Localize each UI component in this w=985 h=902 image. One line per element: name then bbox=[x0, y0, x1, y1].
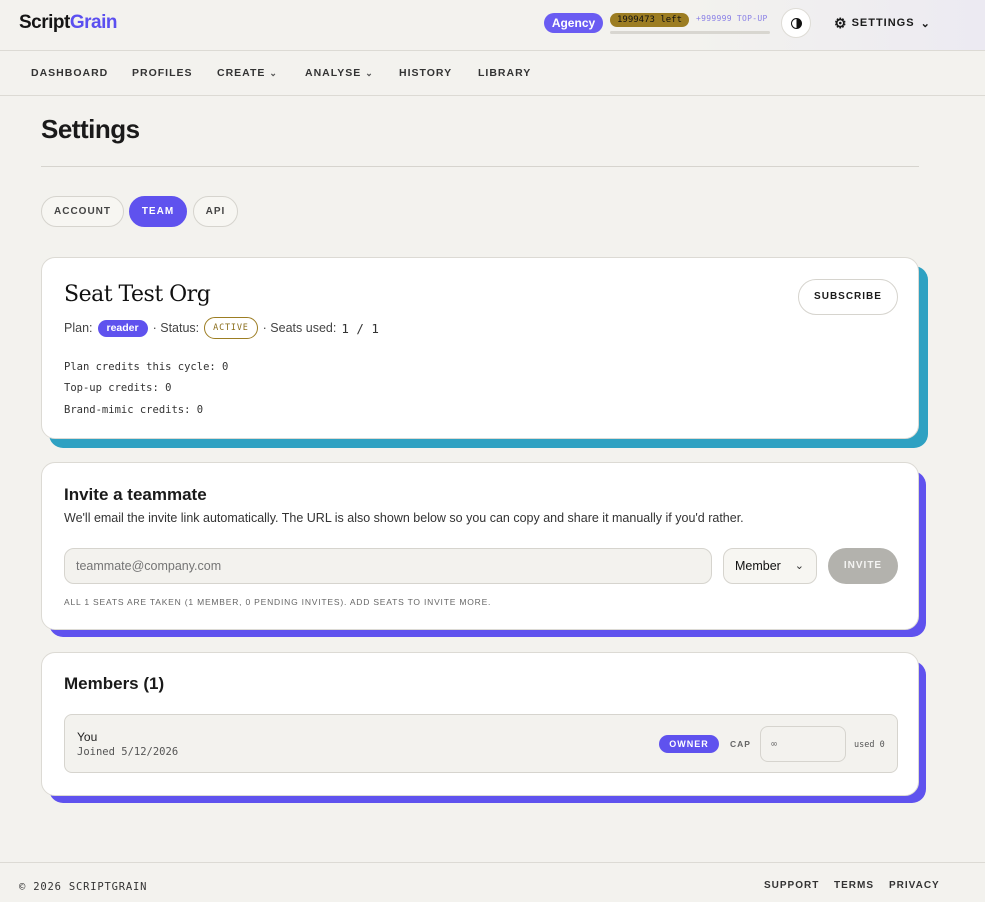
brand-mimic-credits-text: Brand-mimic credits: 0 bbox=[64, 404, 204, 416]
member-name: You bbox=[77, 730, 98, 744]
divider bbox=[41, 166, 919, 167]
invite-button[interactable]: INVITE bbox=[828, 548, 898, 584]
cap-label: CAP bbox=[730, 739, 751, 749]
credits-progress-bar bbox=[610, 31, 770, 34]
role-badge: OWNER bbox=[659, 735, 719, 753]
invite-card: Invite a teammate We'll email the invite… bbox=[41, 462, 919, 630]
copyright-text: © 2026 SCRIPTGRAIN bbox=[19, 881, 148, 893]
main-nav: DASHBOARD PROFILES CREATE ⌄ ANALYSE ⌄ HIST… bbox=[0, 51, 985, 96]
nav-label: CREATE bbox=[217, 67, 266, 79]
nav-label: LIBRARY bbox=[478, 67, 532, 79]
seats-value: 1 / 1 bbox=[341, 320, 379, 336]
nav-item-library[interactable]: LIBRARY bbox=[478, 67, 531, 79]
theme-toggle-button[interactable] bbox=[781, 8, 811, 38]
org-card: Seat Test Org SUBSCRIBE Plan: reader · S… bbox=[41, 257, 919, 439]
page-title: Settings bbox=[41, 114, 140, 144]
plan-summary: Plan: reader · Status: ACTIVE · Seats us… bbox=[64, 317, 379, 339]
chevron-down-icon: ⌄ bbox=[269, 68, 278, 78]
terms-link[interactable]: TERMS bbox=[834, 880, 874, 891]
subscribe-button[interactable]: SUBSCRIBE bbox=[798, 279, 898, 315]
cap-input[interactable] bbox=[760, 726, 846, 762]
invite-description: We'll email the invite link automaticall… bbox=[64, 511, 744, 525]
status-badge: ACTIVE bbox=[204, 317, 258, 339]
nav-item-create[interactable]: CREATE ⌄ bbox=[217, 67, 278, 79]
nav-label: HISTORY bbox=[399, 67, 453, 79]
footer: © 2026 SCRIPTGRAIN SUPPORT TERMS PRIVACY bbox=[0, 862, 985, 902]
invite-title: Invite a teammate bbox=[64, 485, 207, 504]
members-card: Members (1) You Joined 5/12/2026 OWNER C… bbox=[41, 652, 919, 796]
plan-tier-badge: Agency bbox=[544, 13, 603, 33]
plan-label: Plan: bbox=[64, 321, 93, 335]
privacy-link[interactable]: PRIVACY bbox=[889, 880, 940, 891]
nav-item-profiles[interactable]: PROFILES bbox=[132, 67, 193, 79]
chevron-down-icon: ⌄ bbox=[365, 68, 374, 78]
nav-label: ANALYSE bbox=[305, 67, 362, 79]
topup-credits-text: Top-up credits: 0 bbox=[64, 382, 172, 394]
members-title: Members (1) bbox=[64, 674, 165, 693]
plan-badge: reader bbox=[97, 319, 148, 337]
logo-part-grain: Grain bbox=[69, 12, 118, 33]
email-input[interactable] bbox=[64, 548, 712, 584]
nav-item-dashboard[interactable]: DASHBOARD bbox=[31, 67, 108, 79]
seats-label: · Seats used: bbox=[262, 321, 337, 335]
nav-label: DASHBOARD bbox=[31, 67, 109, 79]
member-joined-date: Joined 5/12/2026 bbox=[77, 746, 179, 758]
chevron-down-icon: ⌄ bbox=[794, 560, 804, 572]
role-select-value: Member bbox=[735, 559, 781, 573]
nav-item-history[interactable]: HISTORY bbox=[399, 67, 452, 79]
role-select[interactable]: Member ⌄ bbox=[723, 548, 817, 584]
top-header: ScriptGrain Agency 1999473 left +999999 … bbox=[0, 0, 985, 51]
support-link[interactable]: SUPPORT bbox=[764, 880, 819, 891]
tab-account[interactable]: ACCOUNT bbox=[41, 196, 124, 227]
nav-label: PROFILES bbox=[132, 67, 193, 79]
chevron-down-icon: ⌄ bbox=[920, 17, 931, 30]
settings-menu-label: SETTINGS bbox=[851, 17, 915, 29]
tab-api[interactable]: API bbox=[193, 196, 238, 227]
topup-link[interactable]: +999999 TOP-UP bbox=[696, 14, 768, 23]
status-label: · Status: bbox=[152, 321, 200, 335]
tab-team[interactable]: TEAM bbox=[129, 196, 187, 227]
seat-limit-note: ALL 1 SEATS ARE TAKEN (1 MEMBER, 0 PENDI… bbox=[64, 597, 492, 607]
credits-left-badge: 1999473 left bbox=[610, 13, 689, 27]
brand-logo[interactable]: ScriptGrain bbox=[19, 12, 117, 34]
member-row: You Joined 5/12/2026 OWNER CAP used 0 bbox=[64, 714, 898, 773]
plan-credits-text: Plan credits this cycle: 0 bbox=[64, 361, 229, 373]
settings-menu-button[interactable]: ⚙ SETTINGS ⌄ bbox=[834, 15, 931, 31]
org-name: Seat Test Org bbox=[64, 282, 211, 307]
used-credits-text: used 0 bbox=[854, 740, 885, 750]
nav-item-analyse[interactable]: ANALYSE ⌄ bbox=[305, 67, 374, 79]
gear-icon: ⚙ bbox=[834, 15, 848, 31]
logo-part-script: Script bbox=[19, 12, 70, 33]
contrast-icon bbox=[790, 17, 802, 29]
